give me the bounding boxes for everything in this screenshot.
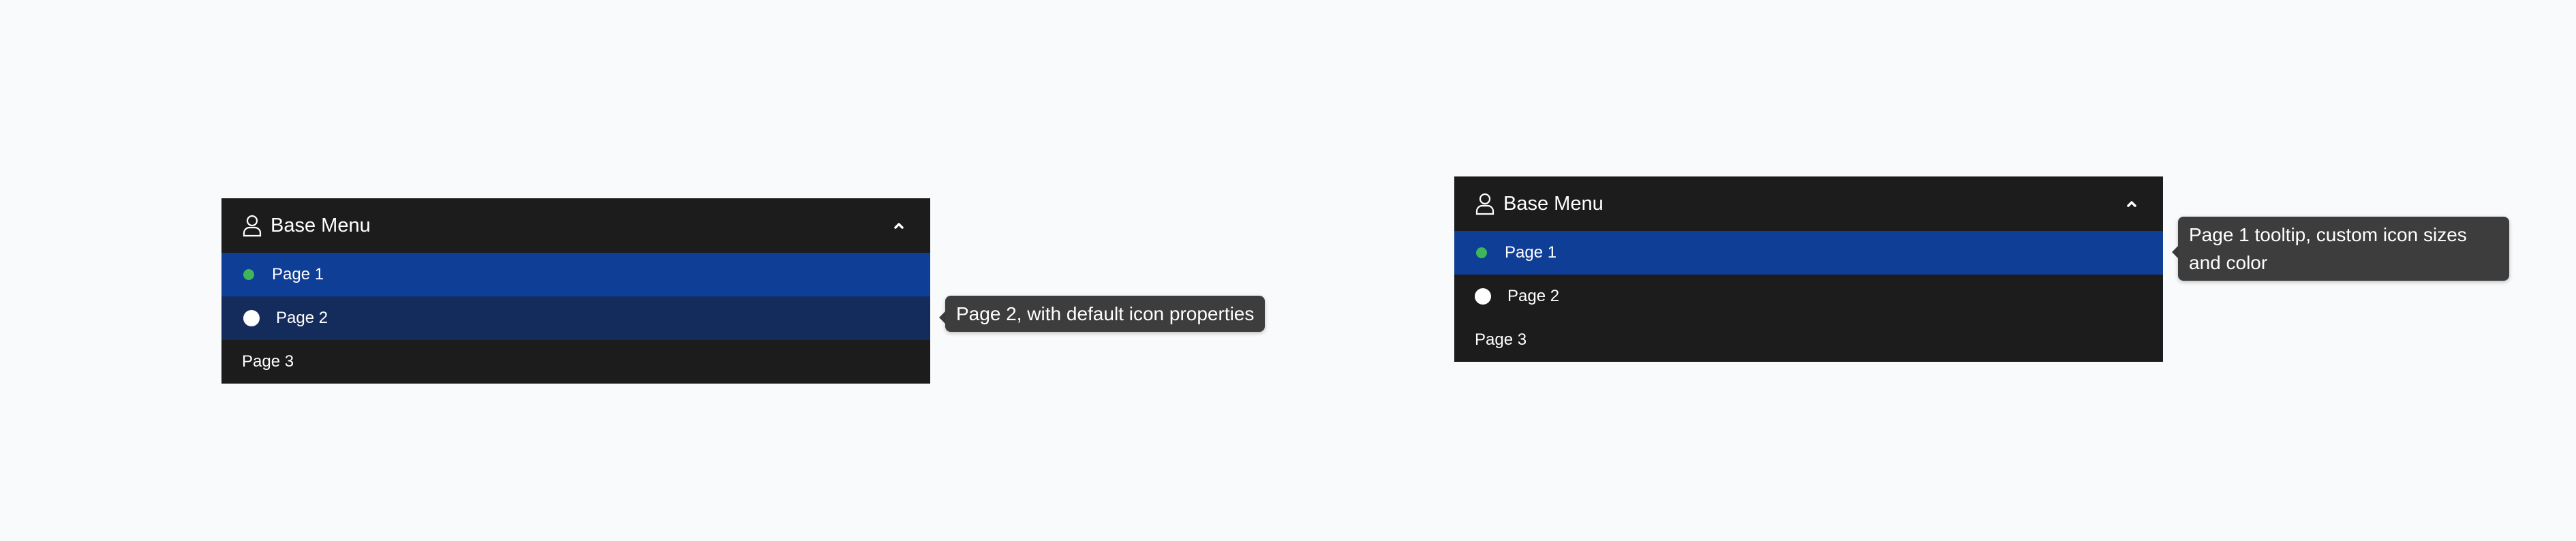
menu-item-label: Page 3 [242, 352, 294, 371]
white-dot-icon [1475, 288, 1491, 305]
menu-title: Base Menu [1503, 192, 1604, 215]
menu-item-page-1[interactable]: Page 1 [1454, 231, 2163, 275]
menu-item-page-2[interactable]: Page 2 [221, 296, 930, 340]
menu-item-page-2[interactable]: Page 2 [1454, 275, 2163, 318]
base-menu-1: Base Menu Page 1 Page 2 Page 3 [221, 198, 930, 384]
chevron-up-icon[interactable] [2125, 197, 2138, 211]
white-dot-icon [243, 310, 260, 326]
tooltip: Page 2, with default icon properties [945, 296, 1266, 332]
menu-header[interactable]: Base Menu [1454, 176, 2163, 231]
menu-item-label: Page 1 [1505, 243, 1557, 262]
person-icon [242, 214, 262, 237]
green-dot-icon [243, 269, 254, 280]
menu-item-label: Page 1 [272, 265, 324, 283]
menu-item-page-3[interactable]: Page 3 [1454, 318, 2163, 362]
base-menu-2: Base Menu Page 1 Page 2 Page 3 [1454, 176, 2163, 362]
menu-item-label: Page 2 [1507, 287, 1560, 305]
menu-item-page-1[interactable]: Page 1 [221, 253, 930, 296]
menu-item-label: Page 2 [276, 309, 328, 327]
menu-header[interactable]: Base Menu [221, 198, 930, 253]
green-dot-icon [1476, 247, 1487, 258]
menu-title: Base Menu [271, 214, 371, 236]
person-icon [1475, 192, 1495, 215]
menu-item-page-3[interactable]: Page 3 [221, 340, 930, 384]
chevron-up-icon[interactable] [892, 219, 906, 232]
menu-item-label: Page 3 [1475, 330, 1527, 349]
tooltip: Page 1 tooltip, custom icon sizes and co… [2178, 217, 2509, 281]
